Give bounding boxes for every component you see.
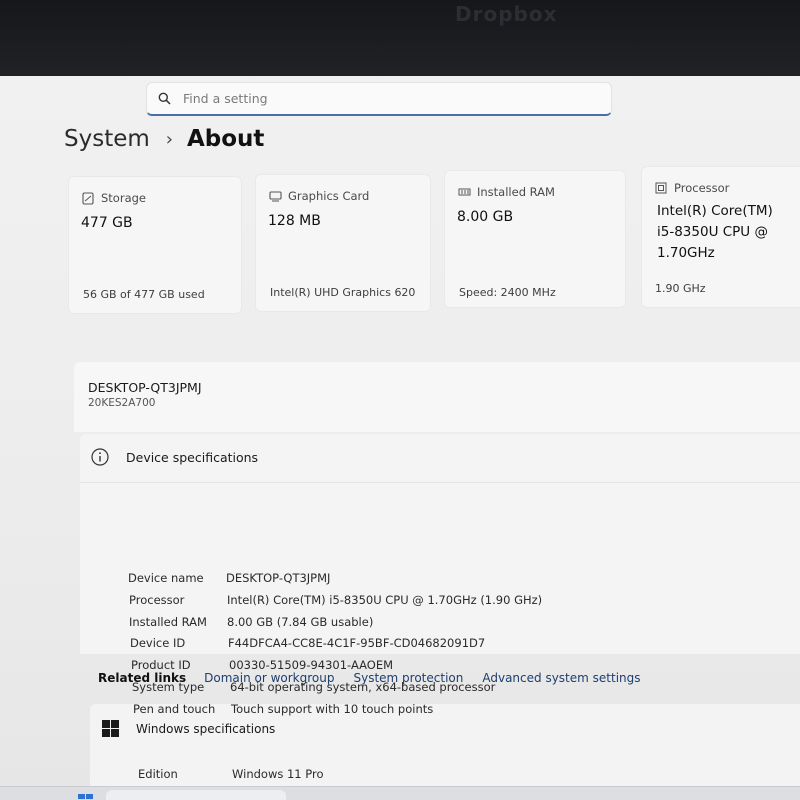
spec-label: Processor [129,593,185,607]
device-specifications-section: Device specifications Device name DESKTO… [80,434,800,654]
spec-value[interactable]: 00330-51509-94301-AAOEM [229,658,393,672]
graphics-card-icon [268,189,282,203]
installed-ram-card[interactable]: Installed RAM 8.00 GB Speed: 2400 MHz [444,170,626,308]
spec-label: Device name [128,571,204,585]
background-app-area: Dropbox [0,0,800,78]
settings-window: System › About Storage 477 GB 56 GB of 4… [0,76,800,800]
storage-title: Storage [101,191,146,205]
spec-value[interactable]: 8.00 GB (7.84 GB usable) [227,615,373,629]
spec-value[interactable]: Touch support with 10 touch points [231,702,433,716]
spec-label: Edition [138,767,178,781]
processor-title: Processor [674,181,730,195]
search-box[interactable] [146,82,612,116]
device-specifications-title: Device specifications [126,449,259,465]
storage-value: 477 GB [81,215,133,231]
spec-row-edition: Edition Windows 11 Pro [138,767,324,781]
page-title: About [186,126,265,152]
installed-ram-value: 8.00 GB [457,209,514,225]
taskbar-search[interactable] [106,790,286,800]
breadcrumb-system[interactable]: System [64,126,150,152]
info-icon [90,447,110,467]
processor-value-line-2: i5-8350U CPU @ [657,224,768,240]
start-icon[interactable] [78,790,96,800]
graphics-card-detail: Intel(R) UHD Graphics 620 [270,286,416,299]
processor-value-line-3: 1.70GHz [657,245,715,261]
processor-icon [654,181,668,195]
spec-label: Device ID [130,636,186,650]
background-app-title: Dropbox [455,2,558,26]
device-specifications-header[interactable]: Device specifications [90,447,258,467]
spec-row-installed-ram: Installed RAM 8.00 GB (7.84 GB usable) [129,615,373,629]
processor-detail: 1.90 GHz [655,282,706,295]
graphics-card-title: Graphics Card [288,189,370,203]
search-icon [153,88,175,110]
spec-row-pen-and-touch: Pen and touch Touch support with 10 touc… [133,702,433,716]
storage-card[interactable]: Storage 477 GB 56 GB of 477 GB used [68,176,242,314]
windows-logo-icon [102,720,120,738]
spec-value[interactable]: DESKTOP-QT3JPMJ [226,571,330,585]
ram-icon [457,185,471,199]
storage-icon [81,191,95,205]
spec-value[interactable]: Intel(R) Core(TM) i5-8350U CPU @ 1.70GHz… [227,593,542,607]
spec-row-device-id: Device ID F44DFCA4-CC8E-4C1F-95BF-CD0468… [130,636,485,650]
storage-detail: 56 GB of 477 GB used [83,288,205,301]
breadcrumb: System › About [64,126,264,152]
spec-row-product-id: Product ID 00330-51509-94301-AAOEM [131,658,393,672]
processor-value-line-1: Intel(R) Core(TM) [657,203,773,219]
spec-value[interactable]: Windows 11 Pro [232,767,324,781]
device-name: DESKTOP-QT3JPMJ [88,380,202,395]
spec-label: System type [132,680,205,694]
spec-label: Installed RAM [129,615,207,629]
search-input[interactable] [175,84,575,113]
spec-row-processor: Processor Intel(R) Core(TM) i5-8350U CPU… [129,593,542,607]
spec-row-system-type: System type 64-bit operating system, x64… [132,680,495,694]
device-model: 20KES2A700 [88,397,156,409]
installed-ram-detail: Speed: 2400 MHz [459,286,556,299]
graphics-card-card[interactable]: Graphics Card 128 MB Intel(R) UHD Graphi… [255,174,431,312]
spec-label: Product ID [131,658,191,672]
device-name-panel[interactable]: DESKTOP-QT3JPMJ 20KES2A700 [74,362,800,432]
graphics-card-value: 128 MB [268,213,321,229]
link-advanced-system-settings[interactable]: Advanced system settings [482,671,640,685]
chevron-right-icon: › [165,128,173,150]
spec-row-device-name: Device name DESKTOP-QT3JPMJ [128,571,330,585]
spec-value[interactable]: 64-bit operating system, x64-based proce… [230,680,495,694]
divider [80,482,800,483]
processor-card[interactable]: Processor Intel(R) Core(TM) i5-8350U CPU… [641,166,800,308]
taskbar [0,786,800,800]
spec-value[interactable]: F44DFCA4-CC8E-4C1F-95BF-CD04682091D7 [228,636,485,650]
installed-ram-title: Installed RAM [477,185,555,199]
spec-label: Pen and touch [133,702,216,716]
windows-specifications-title: Windows specifications [136,722,276,736]
windows-specifications-header[interactable]: Windows specifications [102,720,275,738]
